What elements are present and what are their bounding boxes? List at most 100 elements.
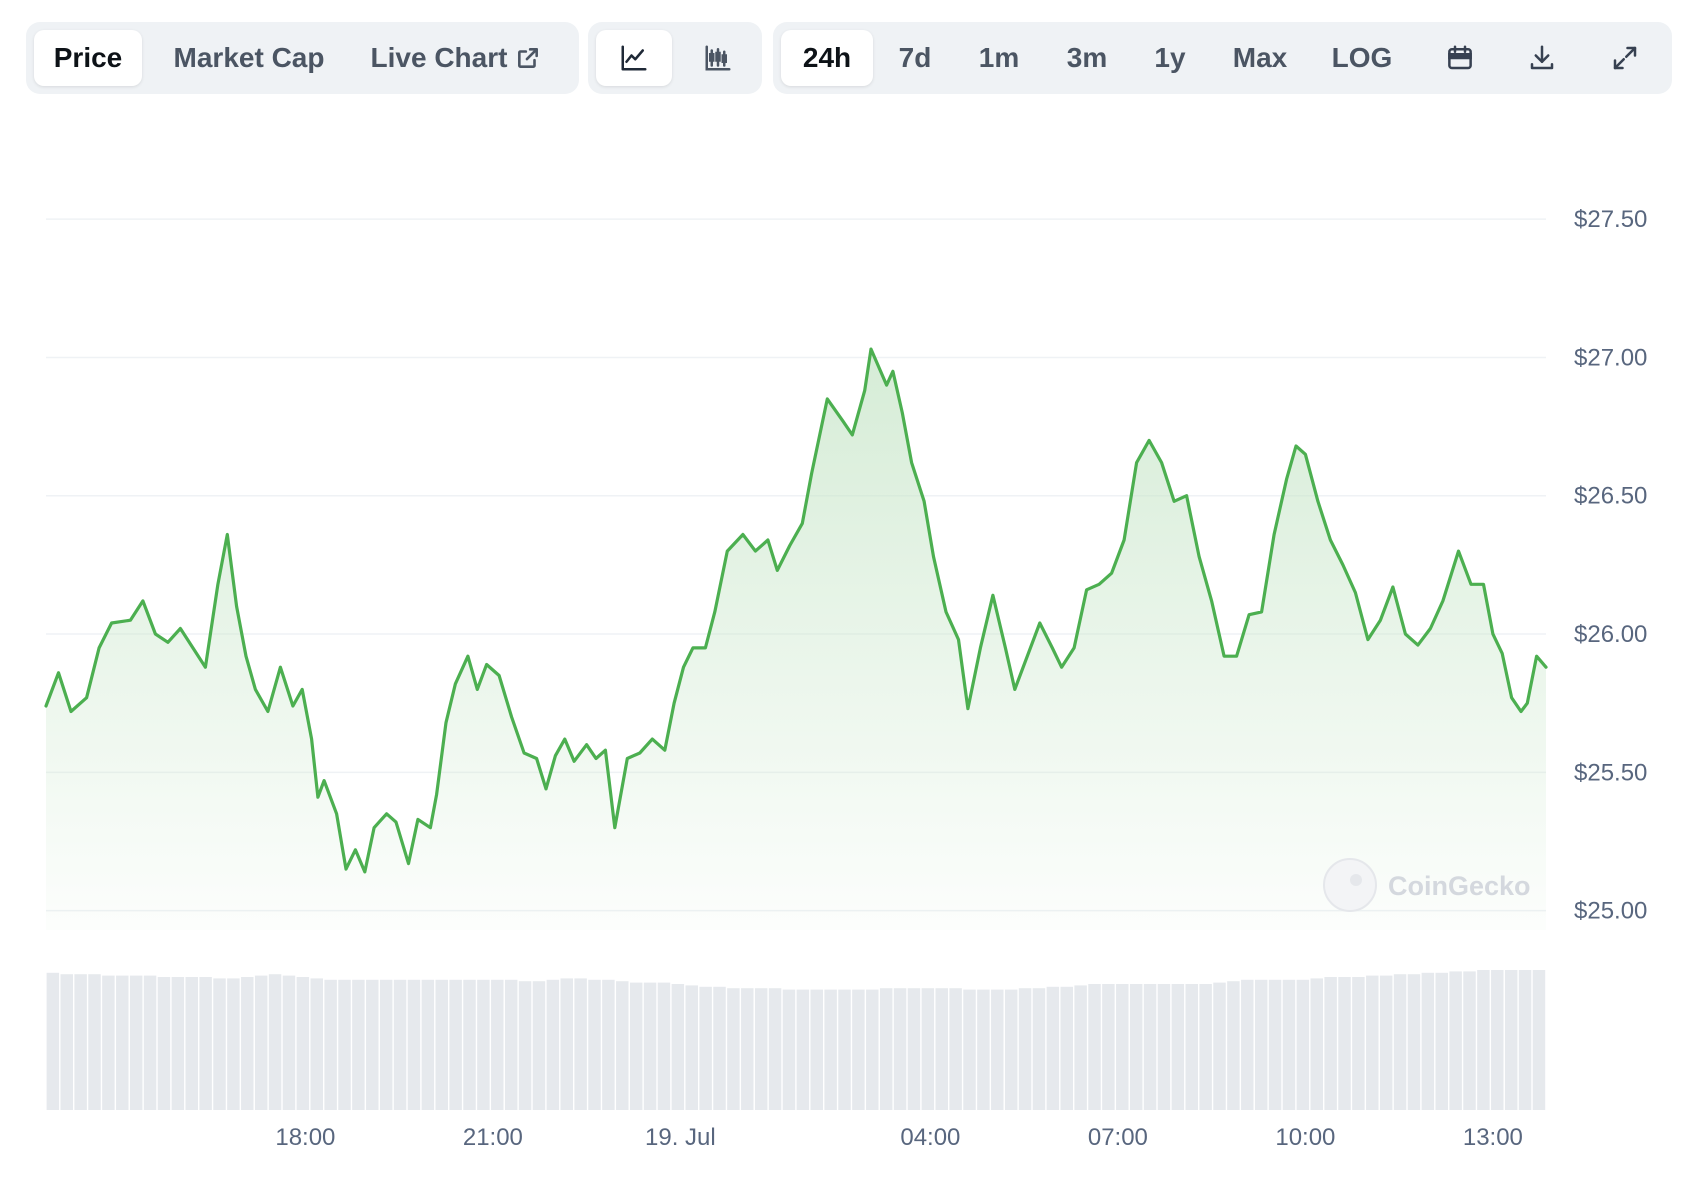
y-tick-label: $27.00 bbox=[1574, 344, 1647, 371]
volume-bar bbox=[435, 979, 448, 1110]
volume-bar bbox=[463, 979, 476, 1110]
volume-bar bbox=[199, 977, 212, 1110]
volume-bar bbox=[810, 989, 823, 1110]
volume-bar bbox=[879, 988, 893, 1110]
volume-bar bbox=[1157, 984, 1171, 1110]
volume-bar bbox=[935, 988, 948, 1110]
volume-bar bbox=[602, 979, 615, 1110]
volume-bar bbox=[629, 982, 643, 1110]
volume-bar bbox=[88, 974, 101, 1110]
price-area bbox=[46, 349, 1546, 931]
volume-bar bbox=[129, 975, 143, 1110]
volume-bar bbox=[727, 988, 740, 1110]
volume-bar bbox=[1463, 971, 1476, 1110]
volume-bar bbox=[213, 978, 226, 1110]
volume-bar bbox=[1393, 974, 1407, 1110]
volume-bar bbox=[393, 979, 407, 1110]
volume-bar bbox=[532, 981, 546, 1110]
volume-bar bbox=[1366, 975, 1379, 1110]
volume-bar bbox=[1477, 970, 1490, 1110]
x-tick-label: 07:00 bbox=[1088, 1124, 1148, 1151]
watermark-text: CoinGecko bbox=[1388, 871, 1531, 901]
y-tick-label: $25.00 bbox=[1574, 898, 1647, 925]
volume-bar bbox=[1504, 970, 1518, 1110]
volume-bar bbox=[254, 975, 268, 1110]
volume-bar bbox=[1282, 979, 1296, 1110]
volume-bar bbox=[796, 989, 810, 1110]
volume-bar bbox=[977, 989, 990, 1110]
volume-bar bbox=[1407, 974, 1421, 1110]
x-tick-label: 04:00 bbox=[900, 1124, 960, 1151]
volume-bar bbox=[671, 984, 685, 1110]
volume-bar bbox=[1268, 979, 1282, 1110]
volume-bar bbox=[282, 975, 296, 1110]
volume-bar bbox=[185, 977, 198, 1110]
volume-bar bbox=[1185, 984, 1198, 1110]
volume-bar bbox=[1004, 989, 1018, 1110]
volume-bar bbox=[991, 989, 1004, 1110]
x-tick-label: 13:00 bbox=[1463, 1124, 1523, 1151]
x-tick-label: 18:00 bbox=[275, 1124, 335, 1151]
volume-bar bbox=[963, 989, 976, 1110]
volume-bar bbox=[171, 977, 185, 1110]
volume-bar bbox=[1018, 988, 1032, 1110]
volume-bar bbox=[1241, 979, 1254, 1110]
volume-bar bbox=[852, 989, 865, 1110]
volume-bar bbox=[1116, 984, 1129, 1110]
volume-bar bbox=[518, 981, 532, 1110]
volume-bar bbox=[1227, 981, 1240, 1110]
volume-bar bbox=[824, 989, 837, 1110]
volume-bar bbox=[449, 979, 462, 1110]
volume-bar bbox=[1435, 972, 1448, 1110]
y-tick-label: $27.50 bbox=[1574, 206, 1647, 233]
volume-bar bbox=[754, 988, 768, 1110]
y-tick-label: $25.50 bbox=[1574, 759, 1647, 786]
volume-bar bbox=[310, 978, 323, 1110]
gecko-logo-icon bbox=[1323, 858, 1377, 912]
volume-bar bbox=[1324, 977, 1337, 1110]
volume-bar bbox=[1421, 972, 1435, 1110]
volume-bar bbox=[1129, 984, 1143, 1110]
volume-bar bbox=[1032, 988, 1046, 1110]
volume-bar bbox=[1171, 984, 1185, 1110]
volume-bars bbox=[46, 970, 1546, 1110]
price-chart[interactable]: $25.00 $25.50 $26.00 $26.50 $27.00 $27.50 18:… bbox=[0, 0, 1682, 1184]
x-axis: 18:00 21:00 19. Jul 04:00 07:00 10:00 13:00 bbox=[275, 1124, 1523, 1151]
volume-bar bbox=[102, 975, 115, 1110]
volume-bar bbox=[1254, 979, 1268, 1110]
volume-bar bbox=[1338, 977, 1351, 1110]
volume-bar bbox=[407, 979, 421, 1110]
volume-bar bbox=[366, 979, 379, 1110]
volume-bar bbox=[741, 988, 754, 1110]
volume-bar bbox=[713, 986, 726, 1110]
volume-bar bbox=[74, 974, 87, 1110]
volume-bar bbox=[268, 974, 282, 1110]
volume-bar bbox=[657, 982, 671, 1110]
volume-bar bbox=[560, 978, 573, 1110]
volume-bar bbox=[1518, 970, 1532, 1110]
volume-bar bbox=[241, 977, 254, 1110]
volume-bar bbox=[143, 975, 157, 1110]
volume-bar bbox=[574, 978, 587, 1110]
volume-bar bbox=[1491, 970, 1504, 1110]
volume-bar bbox=[421, 979, 435, 1110]
volume-bar bbox=[60, 974, 73, 1110]
volume-bar bbox=[643, 982, 657, 1110]
volume-bar bbox=[685, 985, 698, 1110]
volume-bar bbox=[491, 979, 504, 1110]
volume-bar bbox=[893, 988, 907, 1110]
y-tick-label: $26.00 bbox=[1574, 621, 1647, 648]
volume-bar bbox=[1379, 975, 1393, 1110]
volume-bar bbox=[921, 988, 935, 1110]
volume-bar bbox=[699, 986, 712, 1110]
volume-bar bbox=[1352, 977, 1365, 1110]
volume-bar bbox=[116, 975, 129, 1110]
volume-bar bbox=[838, 989, 851, 1110]
volume-bar bbox=[1143, 984, 1157, 1110]
volume-bar bbox=[504, 979, 518, 1110]
volume-bar bbox=[546, 979, 560, 1110]
volume-bar bbox=[907, 988, 921, 1110]
volume-bar bbox=[1046, 986, 1060, 1110]
volume-bar bbox=[1088, 984, 1101, 1110]
volume-bar bbox=[324, 979, 337, 1110]
